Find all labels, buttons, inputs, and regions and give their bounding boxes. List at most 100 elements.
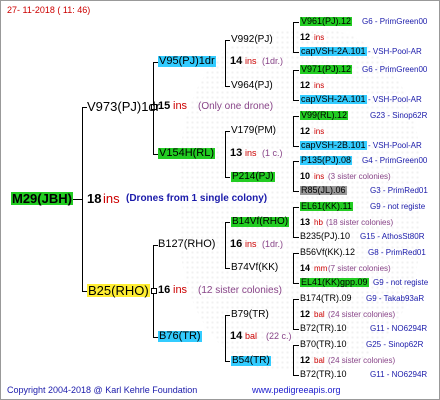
connector	[293, 146, 299, 147]
g3-queen-b2[interactable]: P214(PJ)	[231, 172, 275, 182]
g4-ins-word: hb	[314, 218, 323, 227]
g3-queen-d2[interactable]: B54(TR)	[231, 356, 271, 366]
g4-queen[interactable]: B72(TR).10	[300, 324, 347, 333]
g4-ins-number: 12	[300, 126, 311, 136]
g2c-note: (1dr.)	[262, 239, 284, 249]
connector	[293, 207, 294, 237]
connector	[225, 315, 230, 316]
connector	[225, 222, 226, 268]
sire-queen[interactable]: V973(PJ)1dr	[87, 100, 160, 113]
connector	[293, 237, 299, 238]
g4-queen[interactable]: V99(RL).12	[300, 111, 349, 120]
node-marker	[151, 288, 157, 294]
g4-info: G15 - AthosSt80R	[360, 232, 425, 241]
g4-queen[interactable]: V961(PJ).12	[300, 17, 353, 26]
g2a-ins-number: 14	[230, 55, 243, 67]
g4-ins-number: 13	[300, 217, 311, 227]
connector	[225, 315, 226, 361]
g3-queen-d1[interactable]: B79(TR)	[231, 310, 269, 320]
connector	[293, 100, 299, 101]
g4-info: G11 - NO6294R	[370, 370, 428, 379]
g4-queen[interactable]: B235(PJ).10	[300, 232, 350, 241]
g4-info: G6 - PrimGreen00	[362, 65, 428, 74]
g4-ins-number: 12	[300, 32, 311, 42]
timestamp: 27- 11-2018 ( 11: 46)	[7, 5, 91, 15]
connector	[293, 116, 294, 146]
g4-info: G4 - PrimGreen00	[362, 156, 428, 165]
g2b-ins-word: ins	[245, 148, 257, 158]
root-ins-number: 18	[87, 191, 102, 206]
copyright: Copyright 2004-2018 @ Karl Kehrle Founda…	[7, 385, 198, 395]
connector	[293, 52, 299, 53]
g4-ins-number: 12	[300, 355, 311, 365]
g4-queen[interactable]: EL41(KK)gpp.09	[300, 278, 369, 287]
g4-queen[interactable]: B70(TR).10	[300, 340, 347, 349]
connector	[293, 116, 299, 117]
g4-ins-number: 14	[300, 263, 311, 273]
g4-queen[interactable]: B72(TR).10	[300, 370, 347, 379]
g2b-note: (1 c.)	[262, 148, 283, 158]
g4-queen[interactable]: R85(JL).06	[300, 186, 347, 195]
g4-ins-number: 10	[300, 171, 311, 181]
g4-note: (7 sister colonies)	[328, 264, 391, 273]
g2b-ins-number: 13	[230, 147, 243, 159]
dam-queen[interactable]: B25(RHO)	[87, 284, 150, 297]
g4-info: G25 - Sinop62R	[366, 340, 424, 349]
g4-note: (18 sister colonies)	[326, 218, 394, 227]
sire-ins-word: ins	[173, 100, 188, 112]
g2c-ins-word: ins	[245, 239, 257, 249]
g4-ins-number: 12	[300, 309, 311, 319]
g4-queen[interactable]: capVSH-2A.101	[300, 47, 367, 56]
connector	[225, 177, 230, 178]
connector	[225, 361, 230, 362]
g4-info: G9 - not registe	[373, 278, 429, 287]
connector	[293, 207, 299, 208]
g4-queen[interactable]: capVSH-2A.101	[300, 95, 367, 104]
connector	[293, 161, 299, 162]
g4-note: (3 sister colonies)	[328, 172, 391, 181]
connector	[225, 40, 230, 41]
g4-info: G3 - PrimRed01	[370, 186, 428, 195]
connector	[293, 22, 294, 52]
g3-queen-b1[interactable]: V179(PM)	[231, 126, 276, 136]
connector	[293, 299, 294, 329]
g4-ins-number: 12	[300, 80, 311, 90]
g4-info: G9 - not registe	[370, 202, 426, 211]
g4-queen[interactable]: B174(TR).09	[300, 294, 352, 303]
g4-queen[interactable]: V971(PJ).12	[300, 65, 353, 74]
site-link[interactable]: www.pedigreeapis.org	[252, 386, 341, 395]
connector	[225, 131, 230, 132]
connector	[225, 222, 230, 223]
connector	[293, 345, 299, 346]
g2-queen-b[interactable]: V154H(RL)	[158, 148, 216, 159]
g4-queen[interactable]: P135(PJ).08	[300, 156, 353, 165]
g2-queen-d[interactable]: B76(TR)	[158, 331, 202, 342]
connector	[293, 299, 299, 300]
g2d-ins-word: bal	[245, 331, 258, 341]
g4-info: G23 - Sinop62R	[370, 111, 428, 120]
g4-queen[interactable]: EL61(KK).11	[300, 202, 353, 211]
g4-queen[interactable]: capVSH-2B.101	[300, 141, 367, 150]
root-queen[interactable]: M29(JBH)	[11, 192, 73, 205]
connector	[293, 161, 294, 191]
g3-queen-c2[interactable]: B74Vf(KK)	[231, 263, 278, 273]
g3-queen-c1[interactable]: B14Vf(RHO)	[231, 217, 290, 227]
g3-queen-a1[interactable]: V992(PJ)	[231, 35, 273, 45]
g2c-ins-number: 16	[230, 238, 243, 250]
g4-ins-word: ins	[314, 33, 325, 42]
g3-queen-a2[interactable]: V964(PJ)	[231, 81, 273, 91]
g4-queen[interactable]: B56Vf(KK).12	[300, 248, 355, 257]
connector	[225, 40, 226, 86]
connector	[293, 70, 299, 71]
g4-ins-word: bal	[314, 356, 325, 365]
g4-info: - VSH-Pool-AR	[368, 141, 422, 150]
g2-queen-a[interactable]: V95(PJ)1dr	[158, 56, 216, 67]
g4-info: G9 - Takab93aR	[366, 294, 425, 303]
g4-info: G11 - NO6294R	[370, 324, 428, 333]
connector	[293, 329, 299, 330]
connector	[225, 86, 230, 87]
g2-queen-c[interactable]: B127(RHO)	[158, 239, 215, 250]
connector	[293, 253, 299, 254]
dam-ins-number: 16	[158, 284, 171, 296]
g2a-ins-word: ins	[245, 56, 257, 66]
